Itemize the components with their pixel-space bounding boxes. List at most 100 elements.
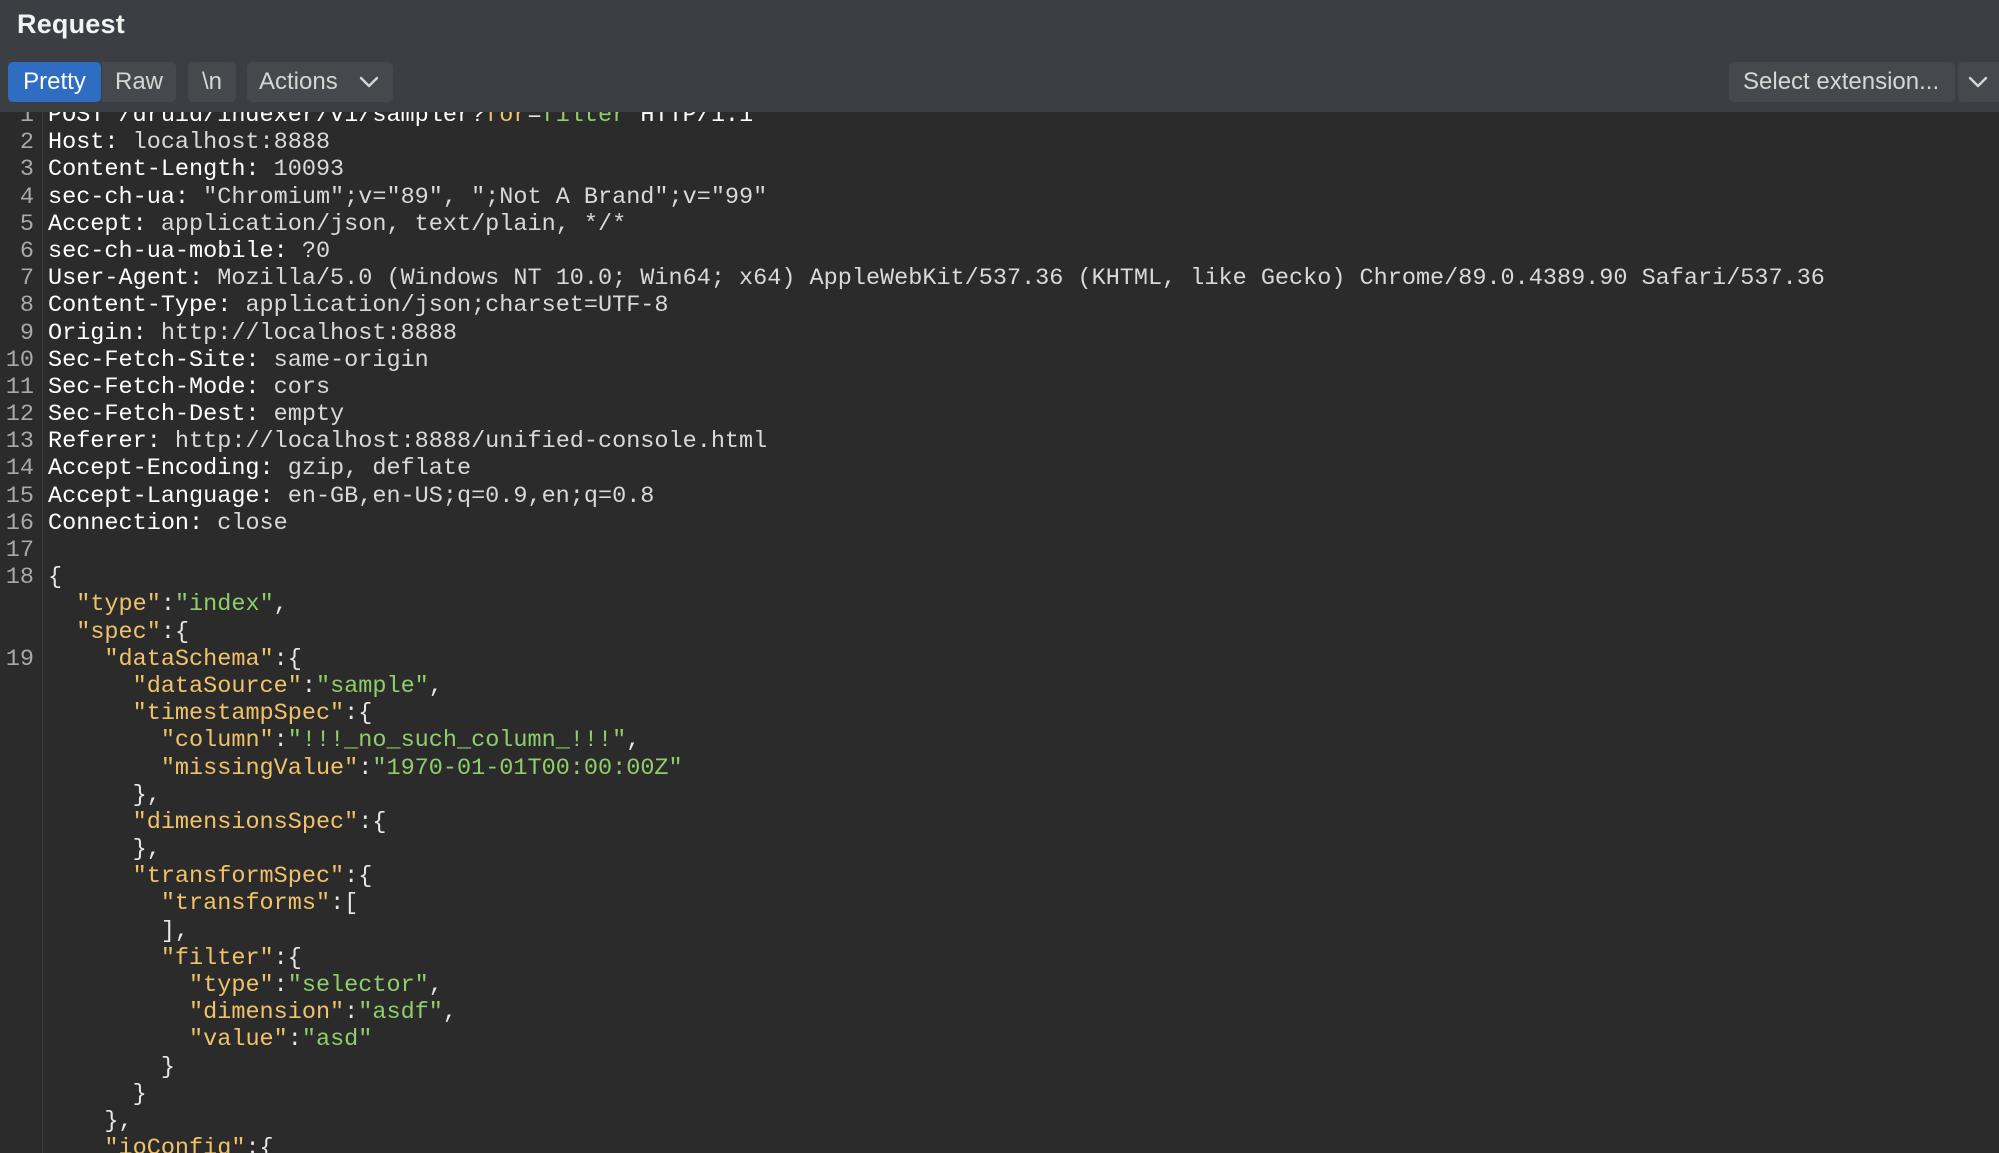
code-text: "value":"asd" bbox=[48, 1026, 372, 1053]
code-line: 1 POST /druid/indexer/v1/sampler?for=filt… bbox=[0, 112, 1999, 129]
code-line: 15 Accept-Language: en-GB,en-US;q=0.9,en;… bbox=[0, 483, 1999, 510]
code-line: "timestampSpec":{ bbox=[0, 700, 1999, 727]
json-key: "transforms" bbox=[160, 890, 331, 918]
line-number: 18 bbox=[5, 564, 34, 592]
panel-title: Request bbox=[17, 9, 125, 39]
code-text: "column":"!!!_no_such_column_!!!", bbox=[48, 727, 641, 755]
json-key: "timestampSpec" bbox=[132, 700, 345, 728]
header-name: sec-ch-ua: bbox=[48, 183, 190, 211]
code-text: Content-Length: 10093 bbox=[48, 156, 344, 183]
code-text: } bbox=[48, 1081, 147, 1108]
line-number: 5 bbox=[19, 210, 34, 238]
code-line: 13 Referer: http://localhost:8888/unified… bbox=[0, 428, 1999, 455]
json-punct: , bbox=[428, 972, 443, 999]
header-name: sec-ch-ua-mobile: bbox=[48, 237, 288, 265]
select-extension-dropdown[interactable]: Select extension... bbox=[1729, 62, 1955, 102]
line-number: 9 bbox=[19, 319, 34, 347]
json-punct: , bbox=[428, 672, 443, 700]
code-line: 5 Accept: application/json, text/plain, *… bbox=[0, 211, 1999, 238]
json-key: "ioConfig" bbox=[104, 1135, 246, 1153]
header-name: Accept: bbox=[48, 210, 147, 238]
request-editor[interactable]: 1 POST /druid/indexer/v1/sampler?for=filt… bbox=[0, 112, 1999, 1153]
json-key: "type" bbox=[189, 972, 274, 999]
line-number: 1 bbox=[19, 112, 34, 129]
json-value: "index" bbox=[174, 591, 274, 619]
tab-raw[interactable]: Raw bbox=[102, 62, 176, 102]
header-name: User-Agent: bbox=[48, 265, 204, 293]
code-text: "dimension":"asdf", bbox=[48, 999, 457, 1026]
query-param-value: filter bbox=[541, 112, 627, 129]
code-line: "value":"asd" bbox=[0, 1026, 1999, 1053]
header-value: http://localhost:8888 bbox=[146, 319, 457, 347]
code-text: "type":"index", bbox=[48, 591, 288, 618]
code-line: "filter":{ bbox=[0, 945, 1999, 972]
code-text: "missingValue":"1970-01-01T00:00:00Z" bbox=[48, 755, 683, 782]
header-value: close bbox=[203, 509, 288, 537]
json-punct: { bbox=[48, 564, 63, 592]
json-key: "value" bbox=[189, 1026, 288, 1054]
code-line: 19 "dataSchema":{ bbox=[0, 646, 1999, 673]
code-text: "transformSpec":{ bbox=[48, 863, 373, 891]
json-punct: : bbox=[344, 999, 359, 1027]
json-punct: : bbox=[273, 972, 288, 999]
code-line: 2 Host: localhost:8888 bbox=[0, 129, 1999, 156]
code-line: "column":"!!!_no_such_column_!!!", bbox=[0, 727, 1999, 754]
code-line: }, bbox=[0, 782, 1999, 809]
code-line: "spec":{ bbox=[0, 619, 1999, 646]
request-panel: Request Pretty Raw \n Actions Select ext… bbox=[0, 0, 1999, 1153]
code-line: "ioConfig":{ bbox=[0, 1135, 1999, 1153]
header-value: Mozilla/5.0 (Windows NT 10.0; Win64; x64… bbox=[203, 265, 1825, 293]
code-text: "filter":{ bbox=[48, 945, 302, 972]
line-number: 11 bbox=[5, 373, 34, 401]
select-extension-toggle[interactable] bbox=[1958, 62, 1999, 102]
actions-menu-button[interactable]: Actions bbox=[247, 62, 393, 102]
tab-pretty[interactable]: Pretty bbox=[8, 62, 101, 102]
json-punct: :{ bbox=[273, 944, 302, 972]
code-text: Accept: application/json, text/plain, */… bbox=[48, 211, 626, 238]
json-punct: :{ bbox=[344, 863, 373, 891]
code-text: "dataSchema":{ bbox=[48, 645, 301, 673]
line-number: 10 bbox=[5, 346, 34, 374]
code-text: } bbox=[48, 1054, 175, 1081]
header-name: Accept-Encoding: bbox=[48, 455, 274, 483]
code-text: "dataSource":"sample", bbox=[48, 673, 443, 700]
json-punct: : bbox=[287, 1026, 302, 1054]
code-line: 17 bbox=[0, 537, 1999, 564]
header-value: "Chromium";v="89", ";Not A Brand";v="99" bbox=[189, 183, 768, 211]
code-line: 9 Origin: http://localhost:8888 bbox=[0, 320, 1999, 347]
toggle-newline-button[interactable]: \n bbox=[188, 62, 236, 102]
json-key: "spec" bbox=[76, 618, 161, 646]
header-value: empty bbox=[259, 401, 345, 429]
json-punct: , bbox=[626, 727, 641, 755]
code-text: "ioConfig":{ bbox=[48, 1135, 273, 1153]
code-line: "dataSource":"sample", bbox=[0, 673, 1999, 700]
json-key: "dataSchema" bbox=[104, 645, 274, 673]
code-line: "type":"selector", bbox=[0, 972, 1999, 999]
header-value: application/json;charset=UTF-8 bbox=[231, 292, 669, 320]
json-key: "missingValue" bbox=[160, 754, 359, 782]
code-text: sec-ch-ua: "Chromium";v="89", ";Not A Br… bbox=[48, 184, 767, 211]
code-line: "type":"index", bbox=[0, 591, 1999, 618]
header-name: Origin: bbox=[48, 319, 147, 347]
json-punct: :{ bbox=[344, 700, 373, 728]
code-line: 3 Content-Length: 10093 bbox=[0, 156, 1999, 183]
code-line: 11 Sec-Fetch-Mode: cors bbox=[0, 374, 1999, 401]
actions-label: Actions bbox=[259, 68, 338, 95]
header-value: application/json, text/plain, */* bbox=[146, 210, 627, 238]
json-punct: :{ bbox=[358, 808, 387, 836]
chevron-down-icon bbox=[359, 76, 379, 88]
json-value: "asd" bbox=[301, 1026, 373, 1054]
json-key: "transformSpec" bbox=[132, 863, 345, 891]
header-value: gzip, deflate bbox=[273, 455, 472, 483]
